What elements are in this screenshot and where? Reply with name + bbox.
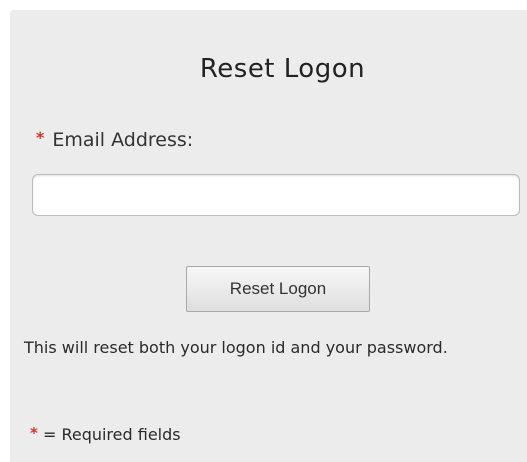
reset-logon-button[interactable]: Reset Logon (186, 266, 370, 312)
legend-text: = Required fields (42, 425, 181, 444)
legend-required-marker: * (30, 424, 38, 442)
reset-logon-panel: Reset Logon * Email Address: Reset Logon … (10, 10, 527, 462)
required-fields-legend: * = Required fields (30, 424, 181, 444)
email-field-label: * Email Address: (36, 128, 193, 151)
email-field[interactable] (32, 174, 520, 216)
email-label-text: Email Address: (52, 129, 194, 151)
page-title: Reset Logon (199, 54, 366, 84)
required-marker: * (36, 128, 45, 147)
info-text: This will reset both your logon id and y… (24, 338, 448, 357)
